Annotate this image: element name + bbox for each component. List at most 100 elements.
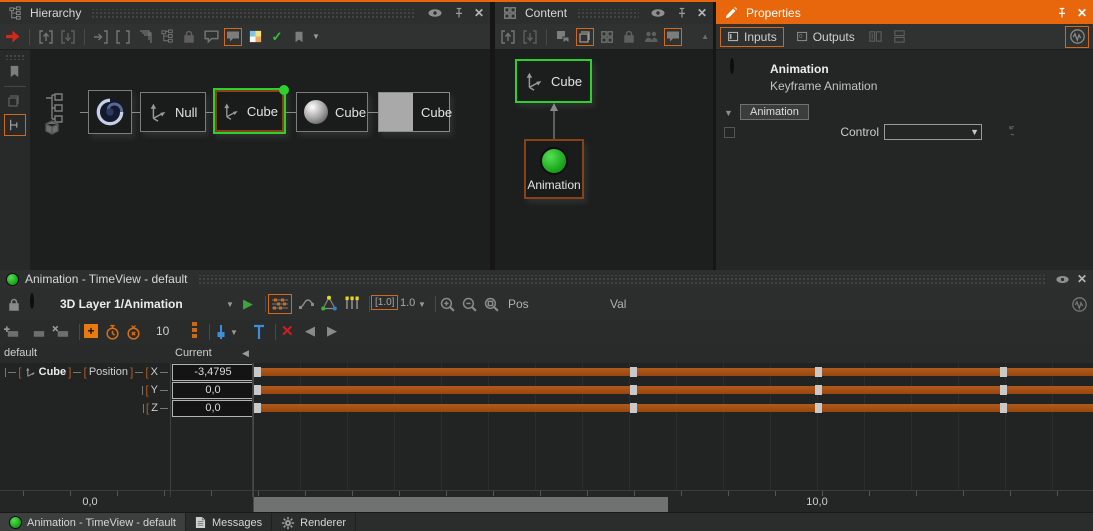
current-value-y[interactable]: 0,0 xyxy=(172,382,254,399)
keyframe-marker[interactable] xyxy=(815,403,822,413)
scene-root-icon[interactable] xyxy=(42,90,82,138)
play-button[interactable]: ▶ xyxy=(243,296,253,312)
keyframe-marker[interactable] xyxy=(254,385,261,395)
zoom-fit-icon[interactable] xyxy=(482,295,500,313)
layers-rail-icon[interactable] xyxy=(5,92,23,110)
frame-count-value[interactable]: 10 xyxy=(156,324,169,338)
section-label[interactable]: Animation xyxy=(740,104,809,120)
keyframe-marker[interactable] xyxy=(1000,385,1007,395)
bookmark-rail-icon[interactable] xyxy=(5,62,23,80)
tab-outputs[interactable]: 0 Outputs xyxy=(790,27,861,47)
dopesheet-view-icon[interactable] xyxy=(268,294,292,314)
keyframe-marker[interactable] xyxy=(1000,403,1007,413)
layers-icon[interactable] xyxy=(576,28,594,46)
lock-icon[interactable] xyxy=(620,28,638,46)
keyframe-marker[interactable] xyxy=(1000,367,1007,377)
hierarchy-node-root[interactable] xyxy=(88,90,132,134)
pin-icon[interactable] xyxy=(450,4,468,22)
move-down-icon[interactable] xyxy=(521,28,539,46)
hierarchy-node-cube-texture[interactable]: Cube xyxy=(378,92,450,132)
monitor-waveform-icon[interactable] xyxy=(1065,26,1089,48)
playhead[interactable] xyxy=(253,363,254,512)
monitor-waveform-icon[interactable] xyxy=(1070,295,1088,313)
eye-icon[interactable] xyxy=(426,4,444,22)
column-divider[interactable] xyxy=(170,363,171,490)
keyframe-marker[interactable] xyxy=(815,385,822,395)
keyframe-marker[interactable] xyxy=(254,367,261,377)
panel-drag-texture[interactable] xyxy=(577,9,639,18)
comment-outline-icon[interactable] xyxy=(202,28,220,46)
snap-keyframe-icon[interactable] xyxy=(212,323,230,341)
add-keyframe-time-icon[interactable] xyxy=(103,323,121,341)
panel-drag-texture[interactable] xyxy=(91,9,416,18)
tab-inputs[interactable]: Inputs xyxy=(720,27,784,47)
current-value-z[interactable]: 0,0 xyxy=(172,400,254,417)
move-up-icon[interactable] xyxy=(499,28,517,46)
hierarchy-node-null[interactable]: Null xyxy=(140,92,206,132)
panel-drag-texture[interactable] xyxy=(198,275,1045,284)
properties-panel-header[interactable]: Properties ✕ xyxy=(716,2,1093,24)
move-down-icon[interactable] xyxy=(59,28,77,46)
animation-track-y[interactable] xyxy=(253,386,1093,394)
time-ruler[interactable]: 0,0 10,0 xyxy=(0,490,1093,513)
users-icon[interactable] xyxy=(642,28,660,46)
comment-filled-icon[interactable] xyxy=(664,28,682,46)
validate-check-icon[interactable]: ✓ xyxy=(268,28,286,46)
content-canvas[interactable]: Cube Animation xyxy=(495,50,713,270)
current-value-x[interactable]: -3,4795 xyxy=(172,364,254,381)
tracks-area[interactable]: [ Cube ] [ Position ] [ X -3,4795 xyxy=(0,363,1093,490)
column-current-label[interactable]: Current xyxy=(175,347,212,359)
animation-play-icon[interactable] xyxy=(30,293,34,309)
section-collapse-icon[interactable]: ▼ xyxy=(724,108,733,118)
rail-grip[interactable] xyxy=(5,54,25,60)
track-row-x[interactable]: [ Cube ] [ Position ] [ X -3,4795 xyxy=(0,363,1093,381)
eye-icon[interactable] xyxy=(649,4,667,22)
grid-view-icon[interactable] xyxy=(598,28,616,46)
scroll-up-icon[interactable]: ▲ xyxy=(701,32,709,41)
comment-filled-icon[interactable] xyxy=(224,28,242,46)
track-row-z[interactable]: [ Z 0,0 xyxy=(0,399,1093,417)
keyframe-marker[interactable] xyxy=(630,403,637,413)
pin-time-icon[interactable] xyxy=(250,323,268,341)
bookmark-dropdown-icon[interactable]: ▼ xyxy=(312,32,320,41)
next-keyframe-icon[interactable]: ▶ xyxy=(327,323,337,339)
subtree-icon[interactable] xyxy=(158,28,176,46)
track-icon[interactable] xyxy=(30,323,48,341)
io-combined-icon[interactable] xyxy=(867,28,885,46)
speed-dropdown-icon[interactable]: ▼ xyxy=(418,300,426,309)
speed-value[interactable]: 1.0 xyxy=(400,297,415,309)
options-dots-icon[interactable] xyxy=(192,322,197,338)
loop-range-button[interactable]: [1.0] xyxy=(371,295,398,310)
close-icon[interactable]: ✕ xyxy=(697,6,707,20)
prev-keyframe-icon[interactable]: ◀ xyxy=(305,323,315,339)
jump-to-icon[interactable] xyxy=(4,28,22,46)
mute-icon[interactable]: ✕ xyxy=(281,322,294,340)
close-icon[interactable]: ✕ xyxy=(1077,272,1087,286)
content-node-animation[interactable]: Animation xyxy=(524,139,584,199)
column-default-label[interactable]: default xyxy=(4,347,37,359)
gradient-triangle-icon[interactable] xyxy=(320,294,338,312)
timeline-scrollbar[interactable] xyxy=(253,497,668,513)
isolate-icon[interactable] xyxy=(92,28,110,46)
statusbar-tab-timeview[interactable]: Animation - TimeView - default xyxy=(0,513,186,531)
layer-dropdown-icon[interactable]: ▼ xyxy=(226,300,234,309)
control-checkbox[interactable] xyxy=(724,127,735,138)
keyframe-marker[interactable] xyxy=(630,367,637,377)
timeview-header[interactable]: Animation - TimeView - default ✕ xyxy=(0,270,1093,288)
close-icon[interactable]: ✕ xyxy=(474,6,484,20)
content-node-cube[interactable]: Cube xyxy=(515,59,592,103)
io-split-icon[interactable] xyxy=(891,28,909,46)
delete-track-icon[interactable] xyxy=(52,323,70,341)
snap-dropdown-icon[interactable]: ▼ xyxy=(230,328,238,337)
keyframe-marker[interactable] xyxy=(815,367,822,377)
reset-icon[interactable] xyxy=(998,122,1016,140)
move-up-icon[interactable] xyxy=(37,28,55,46)
keyframe-marker[interactable] xyxy=(254,403,261,413)
lock-icon[interactable] xyxy=(5,296,23,314)
palette-icon[interactable] xyxy=(246,28,264,46)
zoom-out-icon[interactable] xyxy=(460,295,478,313)
animation-track-z[interactable] xyxy=(253,404,1093,412)
pin-icon[interactable] xyxy=(673,4,691,22)
delete-keyframe-time-icon[interactable] xyxy=(124,323,142,341)
save-content-icon[interactable] xyxy=(554,28,572,46)
